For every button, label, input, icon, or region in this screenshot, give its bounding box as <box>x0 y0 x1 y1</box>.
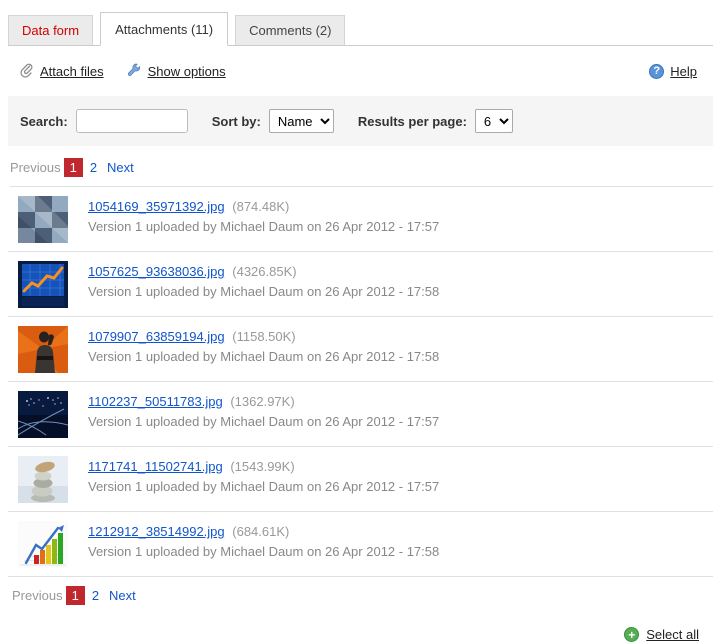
current-page-badge: 1 <box>64 158 83 177</box>
sort-select[interactable]: Name <box>269 109 334 133</box>
sort-by-label: Sort by: <box>212 114 261 129</box>
attachment-row: 1079907_63859194.jpg (1158.50K) Version … <box>8 317 713 382</box>
attachment-row: 1102237_50511783.jpg (1362.97K) Version … <box>8 382 713 447</box>
previous-page-link: Previous <box>10 160 61 175</box>
attachment-size: (874.48K) <box>232 199 289 214</box>
wrench-icon <box>126 62 142 81</box>
toolbar: Attach files Show options ? Help <box>18 62 711 81</box>
next-page-link[interactable]: Next <box>107 160 134 175</box>
attachment-size: (1362.97K) <box>230 394 294 409</box>
attachment-info: 1057625_93638036.jpg (4326.85K) Version … <box>88 261 439 302</box>
page-2-link[interactable]: 2 <box>90 160 97 175</box>
footer: + Select all <box>8 627 699 642</box>
results-per-page-select[interactable]: 6 <box>475 109 513 133</box>
tab-bar: Data form Attachments (11) Comments (2) <box>8 12 713 46</box>
thumbnail-person-on-orange[interactable] <box>18 326 68 373</box>
attachment-filename-link[interactable]: 1054169_35971392.jpg <box>88 199 225 214</box>
attachment-version-meta: Version 1 uploaded by Michael Daum on 26… <box>88 412 439 432</box>
attachment-row: 1057625_93638036.jpg (4326.85K) Version … <box>8 252 713 317</box>
attachment-size: (684.61K) <box>232 524 289 539</box>
attachment-info: 1054169_35971392.jpg (874.48K) Version 1… <box>88 196 439 237</box>
attachment-info: 1079907_63859194.jpg (1158.50K) Version … <box>88 326 439 367</box>
attachment-filename-link[interactable]: 1171741_11502741.jpg <box>88 459 223 474</box>
thumbnail-stacked-pebbles[interactable] <box>18 456 68 503</box>
tab-data-form[interactable]: Data form <box>8 15 93 45</box>
attachment-version-meta: Version 1 uploaded by Michael Daum on 26… <box>88 542 439 562</box>
attach-files-button[interactable]: Attach files <box>18 62 104 81</box>
attachments-page: Data form Attachments (11) Comments (2) … <box>0 0 721 642</box>
select-all-link[interactable]: Select all <box>646 627 699 642</box>
attachment-info: 1102237_50511783.jpg (1362.97K) Version … <box>88 391 439 432</box>
attachment-version-meta: Version 1 uploaded by Michael Daum on 26… <box>88 282 439 302</box>
help-icon: ? <box>649 64 664 79</box>
paperclip-icon <box>18 62 34 81</box>
attachment-version-meta: Version 1 uploaded by Michael Daum on 26… <box>88 477 439 497</box>
attachment-filename-link[interactable]: 1212912_38514992.jpg <box>88 524 225 539</box>
search-input[interactable] <box>76 109 188 133</box>
attachment-list: 1054169_35971392.jpg (874.48K) Version 1… <box>8 187 713 577</box>
help-button[interactable]: ? Help <box>649 64 697 79</box>
next-page-link[interactable]: Next <box>109 588 136 603</box>
attachment-size: (4326.85K) <box>232 264 296 279</box>
attachment-info: 1212912_38514992.jpg (684.61K) Version 1… <box>88 521 439 562</box>
attachment-filename-link[interactable]: 1102237_50511783.jpg <box>88 394 223 409</box>
select-all-plus-icon: + <box>624 627 639 642</box>
pagination-bottom: Previous 1 2 Next <box>10 577 713 611</box>
thumbnail-woven-metal-texture[interactable] <box>18 196 68 243</box>
attachment-size: (1543.99K) <box>230 459 294 474</box>
tab-comments[interactable]: Comments (2) <box>235 15 345 45</box>
tab-attachments[interactable]: Attachments (11) <box>100 12 228 46</box>
attachment-info: 1171741_11502741.jpg (1543.99K) Version … <box>88 456 439 497</box>
attachment-filename-link[interactable]: 1057625_93638036.jpg <box>88 264 225 279</box>
results-per-page-label: Results per page: <box>358 114 467 129</box>
attachment-version-meta: Version 1 uploaded by Michael Daum on 26… <box>88 217 439 237</box>
attachment-version-meta: Version 1 uploaded by Michael Daum on 26… <box>88 347 439 367</box>
attachment-filename-link[interactable]: 1079907_63859194.jpg <box>88 329 225 344</box>
filter-band: Search: Sort by: Name Results per page: … <box>8 96 713 146</box>
attach-files-label: Attach files <box>40 64 104 79</box>
page-2-link[interactable]: 2 <box>92 588 99 603</box>
attachment-size: (1158.50K) <box>232 329 295 344</box>
attachment-row: 1171741_11502741.jpg (1543.99K) Version … <box>8 447 713 512</box>
thumbnail-dark-world-network[interactable] <box>18 391 68 438</box>
previous-page-link: Previous <box>12 588 63 603</box>
show-options-button[interactable]: Show options <box>126 62 226 81</box>
pagination-top: Previous 1 2 Next <box>10 158 713 187</box>
help-label: Help <box>670 64 697 79</box>
current-page-badge: 1 <box>66 586 85 605</box>
attachment-row: 1212912_38514992.jpg (684.61K) Version 1… <box>8 512 713 577</box>
thumbnail-blue-line-chart[interactable] <box>18 261 68 308</box>
attachment-row: 1054169_35971392.jpg (874.48K) Version 1… <box>8 187 713 252</box>
thumbnail-bar-chart-arrow[interactable] <box>18 521 68 568</box>
search-label: Search: <box>20 114 68 129</box>
show-options-label: Show options <box>148 64 226 79</box>
